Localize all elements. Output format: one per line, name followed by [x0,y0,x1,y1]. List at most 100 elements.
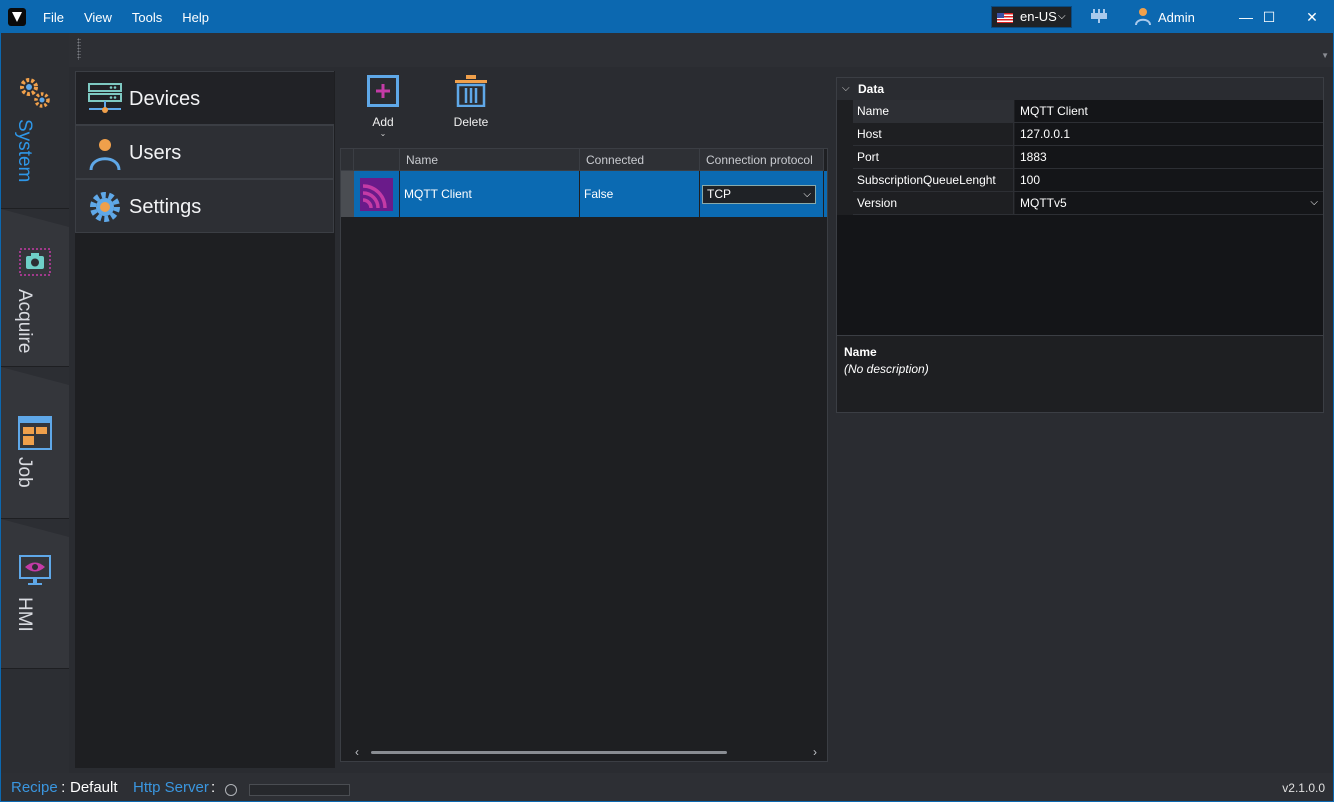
property-row-name[interactable]: Name MQTT Client [853,100,1323,123]
menu-view[interactable]: View [74,1,122,33]
grid-corner [341,149,354,171]
nav-tab-acquire[interactable]: Acquire [1,209,69,367]
admin-user-icon[interactable] [1134,7,1152,25]
maximize-button[interactable]: ☐ [1246,1,1292,33]
version-label: v2.1.0.0 [1282,781,1325,795]
us-flag-icon [997,13,1013,23]
property-label: Name [853,100,1014,122]
side-menu: Devices Users Settings [75,71,335,768]
add-icon [367,75,399,107]
status-bar: Recipe : Default Http Server : v2.1.0.0 [1,773,1333,801]
property-label: Host [853,123,1014,145]
gears-icon [20,78,50,108]
chevron-down-icon[interactable]: ⌵ [1310,192,1318,214]
overflow-arrow-icon[interactable]: ▼ [1321,51,1329,60]
property-row-host[interactable]: Host 127.0.0.1 [853,123,1323,146]
toolstrip-grip[interactable] [77,38,81,60]
side-menu-users[interactable]: Users [75,125,334,179]
left-nav: System Acquire Job HMI [1,33,69,773]
nav-label-hmi: HMI [14,597,35,632]
table-row[interactable]: MQTT Client False TCP ⌵ [341,171,827,217]
nav-tab-job[interactable]: Job [1,367,69,519]
property-row-version[interactable]: Version MQTTv5 ⌵ [853,192,1323,215]
protocol-select[interactable]: TCP ⌵ [702,185,816,204]
add-label: Add [372,115,394,129]
property-value[interactable]: 127.0.0.1 [1015,123,1323,145]
grid-col-icon [354,149,400,171]
side-menu-settings-label: Settings [129,196,202,218]
row-connected-cell[interactable]: False [580,171,700,217]
property-row-queue[interactable]: SubscriptionQueueLenght 100 [853,169,1323,192]
close-button[interactable]: ✕ [1289,1,1333,33]
delete-label: Delete [453,115,489,129]
side-menu-users-label: Users [129,142,182,164]
recipe-value: Default [70,779,118,796]
app-window: File View Tools Help en-US ⌵ Admin — ☐ ✕ [0,0,1334,802]
grid-header: Name Connected Connection protocol [341,149,827,171]
http-server-link[interactable]: Http Server [133,773,209,801]
property-label: SubscriptionQueueLenght [853,169,1014,191]
horizontal-scrollbar[interactable]: ‹ › [355,745,825,759]
trash-icon [455,75,487,107]
property-value-select[interactable]: MQTTv5 ⌵ [1015,192,1323,214]
chevron-down-icon: ⌵ [803,189,811,200]
recipe-link[interactable]: Recipe [11,773,58,801]
row-icon-cell [354,171,400,217]
server-icon [88,83,122,113]
nav-label-system: System [14,119,35,183]
delete-button[interactable]: Delete [436,75,506,135]
camera-icon [19,248,51,276]
job-layout-icon [18,416,52,450]
nav-tab-hmi[interactable]: HMI [1,519,69,669]
nav-tab-system[interactable]: System [1,33,69,209]
side-menu-settings[interactable]: Settings [75,179,334,233]
property-value: MQTTv5 [1020,196,1067,210]
user-icon [89,139,121,170]
side-menu-devices[interactable]: Devices [75,71,334,125]
language-select[interactable]: en-US ⌵ [991,6,1072,28]
row-protocol-cell[interactable]: TCP ⌵ [700,171,824,217]
http-server-separator: : [211,779,216,796]
row-name-cell[interactable]: MQTT Client [400,171,580,217]
chevron-down-icon[interactable]: ⌵ [842,78,850,100]
admin-label[interactable]: Admin [1158,1,1195,34]
property-label: Version [853,192,1014,214]
property-category[interactable]: ⌵ Data [837,78,1323,100]
devices-panel: Add ⌄ Delete Name Connected Connection p… [335,71,831,768]
description-text: (No description) [844,362,929,376]
menu-tools[interactable]: Tools [122,1,172,33]
property-grid: ⌵ Data Name MQTT Client Host 127.0.0.1 P… [836,77,1324,413]
app-logo-icon [8,8,26,26]
menu-file[interactable]: File [33,1,74,33]
property-value[interactable]: 100 [1015,169,1323,191]
property-value[interactable]: MQTT Client [1015,100,1323,122]
title-bar: File View Tools Help en-US ⌵ Admin — ☐ ✕ [1,1,1333,33]
property-description: Name (No description) [837,337,1323,412]
grid-col-connected[interactable]: Connected [580,149,700,171]
property-row-port[interactable]: Port 1883 [853,146,1323,169]
menu-bar: File View Tools Help [33,1,219,33]
recipe-separator: : [57,779,70,796]
property-grid-empty [837,215,1323,336]
scroll-right-icon[interactable]: › [813,745,817,759]
chevron-down-icon: ⌵ [1058,11,1066,22]
devices-grid: Name Connected Connection protocol MQTT … [340,148,828,762]
row-header[interactable] [341,171,354,217]
gear-icon [90,192,120,222]
property-category-label: Data [858,82,885,96]
grid-col-protocol[interactable]: Connection protocol [700,149,824,171]
add-button[interactable]: Add ⌄ [348,75,418,138]
language-value: en-US [1020,9,1057,24]
scrollbar-thumb[interactable] [371,751,727,754]
scroll-left-icon[interactable]: ‹ [355,745,359,759]
menu-help[interactable]: Help [172,1,219,33]
add-dropdown-icon[interactable]: ⌄ [348,129,418,138]
property-value[interactable]: 1883 [1015,146,1323,168]
grid-col-name[interactable]: Name [400,149,580,171]
monitor-eye-icon [19,555,51,585]
toolstrip: ▼ [69,33,1333,67]
property-label: Port [853,146,1014,168]
network-icon[interactable] [1090,9,1108,23]
http-status-indicator-icon [225,784,237,796]
description-title: Name [844,345,877,359]
